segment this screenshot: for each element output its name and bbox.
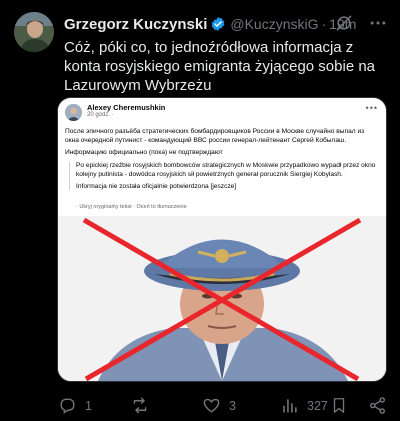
tweet-header: Grzegorz Kuczynski @KuczynskiG · 19m xyxy=(64,14,390,34)
embedded-translated-note: Informacja nie została oficjalnie potwie… xyxy=(76,183,237,190)
embedded-more-icon: ••• xyxy=(365,103,378,113)
embedded-author-avatar xyxy=(65,104,82,121)
views-button[interactable]: 327 xyxy=(280,396,328,415)
share-button[interactable] xyxy=(368,396,387,415)
crossed-out-portrait xyxy=(58,216,386,381)
author-handle[interactable]: @KuczynskiG xyxy=(230,16,318,32)
embedded-original-note: Информацию официально (пока) не подтверж… xyxy=(65,149,223,156)
like-button[interactable]: 3 xyxy=(202,396,236,415)
embedded-translated-text: Po epickiej rzeźbie rosyjskich bombowców… xyxy=(76,162,376,178)
embedded-post-time: 20 godz. · xyxy=(87,112,114,118)
slash-icon[interactable] xyxy=(334,13,354,33)
header-icons xyxy=(334,13,388,33)
like-icon xyxy=(202,396,221,415)
more-icon[interactable] xyxy=(368,13,388,33)
reply-count: 1 xyxy=(85,398,92,413)
retweet-icon xyxy=(130,396,150,415)
embedded-original-text: После эпичного разъёба стратегических бо… xyxy=(65,128,365,144)
reply-button[interactable]: 1 xyxy=(58,396,92,415)
author-name[interactable]: Grzegorz Kuczynski xyxy=(64,16,207,33)
embedded-author-name: Alexey Cheremushkin xyxy=(87,103,166,112)
bookmark-button[interactable] xyxy=(330,396,348,415)
like-count: 3 xyxy=(229,398,236,413)
embedded-translation-links: · Ukryj oryginalny tekst · Oceń to tłuma… xyxy=(76,204,187,210)
tweet-actions: 1 3 327 xyxy=(58,396,392,416)
share-icon xyxy=(368,396,387,415)
views-icon xyxy=(280,396,299,415)
reply-icon xyxy=(58,396,77,415)
embedded-facebook-post: Alexey Cheremushkin 20 godz. · ••• После… xyxy=(58,98,386,216)
retweet-button[interactable] xyxy=(130,396,158,415)
author-avatar[interactable] xyxy=(14,12,54,52)
views-count: 327 xyxy=(307,398,328,413)
embedded-translation: Po epickiej rzeźbie rosyjskich bombowców… xyxy=(69,162,384,190)
tweet-media[interactable]: Alexey Cheremushkin 20 godz. · ••• После… xyxy=(57,97,387,382)
tweet-text: Cóż, póki co, to jednoźródłowa informacj… xyxy=(64,39,376,94)
verified-badge-icon xyxy=(210,16,226,32)
separator-dot: · xyxy=(321,16,327,32)
bookmark-icon xyxy=(330,396,348,415)
